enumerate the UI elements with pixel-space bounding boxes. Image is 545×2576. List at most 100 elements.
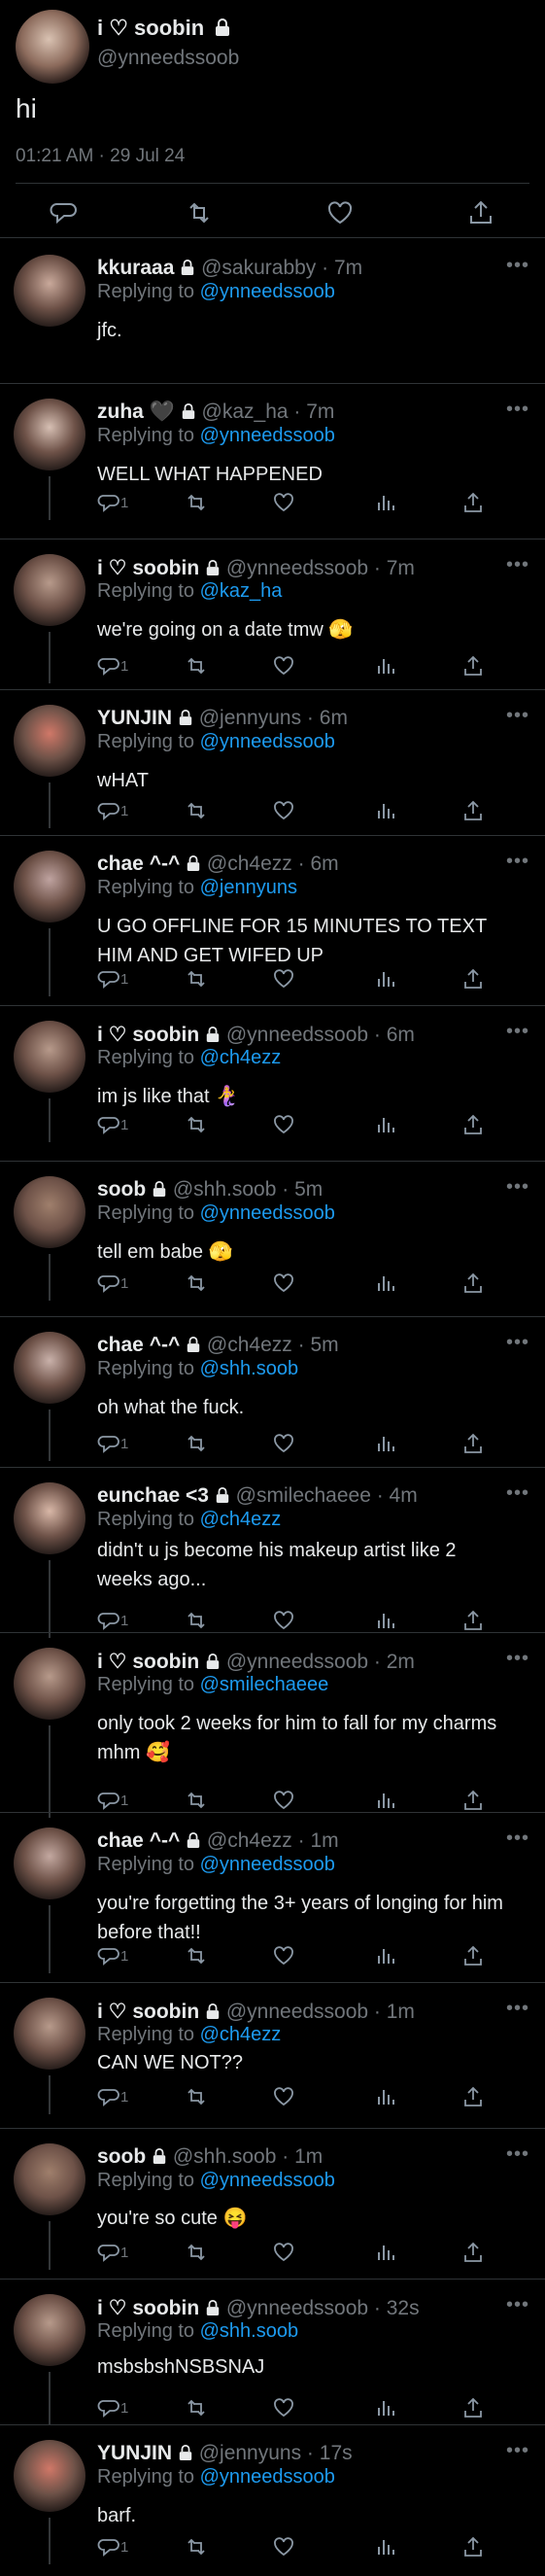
- display-name[interactable]: i ♡ soobin: [97, 16, 231, 41]
- handle[interactable]: @ch4ezz · 6m: [207, 853, 339, 875]
- reply-tweet[interactable]: kkuraaa @sakurabby · 7m ••• Replying to @y…: [0, 255, 545, 399]
- reply-header[interactable]: soob @shh.soob · 1m: [97, 2145, 323, 2169]
- reply-tweet[interactable]: chae ^-^ @ch4ezz · 5m ••• Replying to @shh…: [0, 1332, 545, 1482]
- avatar[interactable]: [14, 2143, 85, 2215]
- reply-tweet[interactable]: YUNJIN @jennyuns · 6m ••• Replying to @ynn…: [0, 705, 545, 851]
- reply-icon[interactable]: 1: [97, 967, 128, 994]
- more-options-button[interactable]: •••: [506, 1021, 529, 1043]
- more-options-button[interactable]: •••: [506, 399, 529, 421]
- replying-to-link[interactable]: @ch4ezz: [200, 1509, 282, 1530]
- avatar[interactable]: [14, 1176, 85, 1248]
- share-icon[interactable]: [461, 2396, 485, 2423]
- display-name[interactable]: soob: [97, 2145, 146, 2168]
- retweet-icon[interactable]: [185, 2535, 208, 2562]
- reply-tweet[interactable]: soob @shh.soob · 1m ••• Replying to @ynnee…: [0, 2143, 545, 2294]
- replying-to-link[interactable]: @ynneedssoob: [200, 281, 335, 302]
- replying-to-link[interactable]: @ch4ezz: [200, 1047, 282, 1068]
- views-icon[interactable]: [374, 799, 397, 826]
- more-options-button[interactable]: •••: [506, 1648, 529, 1670]
- reply-header[interactable]: kkuraaa @sakurabby · 7m: [97, 257, 362, 280]
- handle[interactable]: @jennyuns · 17s: [199, 2442, 353, 2464]
- replying-to-link[interactable]: @ynneedssoob: [200, 425, 335, 446]
- views-icon[interactable]: [374, 654, 397, 681]
- like-icon[interactable]: [272, 1944, 295, 1971]
- reply-header[interactable]: i ♡ soobin @ynneedssoob · 1m: [97, 2000, 415, 2024]
- views-icon[interactable]: [374, 1271, 397, 1299]
- share-icon[interactable]: [461, 799, 485, 826]
- retweet-icon[interactable]: [185, 1271, 208, 1299]
- avatar[interactable]: [14, 1482, 85, 1554]
- share-icon[interactable]: [461, 1944, 485, 1971]
- handle[interactable]: @shh.soob · 5m: [173, 1178, 323, 1201]
- display-name[interactable]: YUNJIN: [97, 2442, 172, 2464]
- handle[interactable]: @ch4ezz · 1m: [207, 1829, 339, 1852]
- views-icon[interactable]: [374, 967, 397, 994]
- retweet-icon[interactable]: [185, 491, 208, 518]
- views-icon[interactable]: [374, 2396, 397, 2423]
- reply-header[interactable]: i ♡ soobin @ynneedssoob · 7m: [97, 556, 415, 580]
- display-name[interactable]: chae ^-^: [97, 853, 180, 875]
- share-icon[interactable]: [461, 654, 485, 681]
- retweet-icon[interactable]: [185, 2085, 208, 2112]
- reply-icon[interactable]: 1: [97, 1944, 128, 1971]
- reply-icon[interactable]: 1: [97, 654, 128, 681]
- reply-icon[interactable]: 1: [97, 2535, 128, 2562]
- like-icon[interactable]: [272, 491, 295, 518]
- like-icon[interactable]: [272, 2241, 295, 2268]
- more-options-button[interactable]: •••: [506, 2294, 529, 2316]
- like-icon[interactable]: [272, 2396, 295, 2423]
- reply-tweet[interactable]: i ♡ soobin @ynneedssoob · 32s ••• Replying…: [0, 2294, 545, 2440]
- display-name[interactable]: i ♡ soobin: [97, 2001, 199, 2023]
- reply-header[interactable]: chae ^-^ @ch4ezz · 6m: [97, 853, 339, 876]
- reply-header[interactable]: YUNJIN @jennyuns · 17s: [97, 2442, 353, 2465]
- display-name[interactable]: i ♡ soobin: [97, 1024, 199, 1046]
- like-icon[interactable]: [272, 967, 295, 994]
- like-icon[interactable]: [272, 1432, 295, 1459]
- handle[interactable]: @kaz_ha · 7m: [202, 400, 335, 423]
- views-icon[interactable]: [374, 1113, 397, 1140]
- avatar[interactable]: [14, 1648, 85, 1720]
- replying-to-link[interactable]: @jennyuns: [200, 877, 297, 898]
- reply-icon[interactable]: 1: [97, 2396, 128, 2423]
- display-name[interactable]: i ♡ soobin: [97, 557, 199, 579]
- reply-header[interactable]: zuha 🖤 @kaz_ha · 7m: [97, 400, 334, 424]
- share-icon[interactable]: [461, 2535, 485, 2562]
- replying-to-link[interactable]: @kaz_ha: [200, 580, 283, 602]
- display-name[interactable]: YUNJIN: [97, 707, 172, 729]
- avatar[interactable]: [16, 10, 89, 84]
- avatar[interactable]: [14, 1828, 85, 1899]
- reply-icon[interactable]: 1: [97, 1432, 128, 1459]
- avatar[interactable]: [14, 705, 85, 777]
- views-icon[interactable]: [374, 1944, 397, 1971]
- replying-to-link[interactable]: @ynneedssoob: [200, 2466, 335, 2488]
- views-icon[interactable]: [374, 2085, 397, 2112]
- reply-icon[interactable]: 1: [97, 1271, 128, 1299]
- more-options-button[interactable]: •••: [506, 2143, 529, 2166]
- handle[interactable]: @jennyuns · 6m: [199, 707, 348, 729]
- retweet-icon[interactable]: [185, 654, 208, 681]
- avatar[interactable]: [14, 1332, 85, 1404]
- reply-tweet[interactable]: i ♡ soobin @ynneedssoob · 2m ••• Replying …: [0, 1648, 545, 1828]
- retweet-icon[interactable]: [185, 1944, 208, 1971]
- more-options-button[interactable]: •••: [506, 255, 529, 277]
- replying-to-link[interactable]: @ynneedssoob: [200, 1202, 335, 1224]
- avatar[interactable]: [14, 1998, 85, 2070]
- views-icon[interactable]: [374, 491, 397, 518]
- reply-tweet[interactable]: chae ^-^ @ch4ezz · 6m ••• Replying to @jen…: [0, 851, 545, 1021]
- share-icon[interactable]: [461, 2085, 485, 2112]
- reply-header[interactable]: i ♡ soobin @ynneedssoob · 6m: [97, 1023, 415, 1047]
- more-options-button[interactable]: •••: [506, 1998, 529, 2020]
- display-name[interactable]: eunchae <3: [97, 1484, 209, 1507]
- avatar[interactable]: [14, 1021, 85, 1093]
- reply-tweet[interactable]: zuha 🖤 @kaz_ha · 7m ••• Replying to @ynnee…: [0, 399, 545, 554]
- share-icon[interactable]: [461, 967, 485, 994]
- reply-icon[interactable]: 1: [97, 491, 128, 518]
- handle[interactable]: @ynneedssoob · 6m: [226, 1024, 415, 1046]
- display-name[interactable]: chae ^-^: [97, 1334, 180, 1356]
- views-icon[interactable]: [374, 2535, 397, 2562]
- reply-tweet[interactable]: eunchae <3 @smilechaeee · 4m ••• Replying …: [0, 1482, 545, 1648]
- handle[interactable]: @ynneedssoob · 2m: [226, 1651, 415, 1673]
- more-options-button[interactable]: •••: [506, 554, 529, 576]
- retweet-icon[interactable]: [185, 198, 214, 227]
- like-icon[interactable]: [272, 2535, 295, 2562]
